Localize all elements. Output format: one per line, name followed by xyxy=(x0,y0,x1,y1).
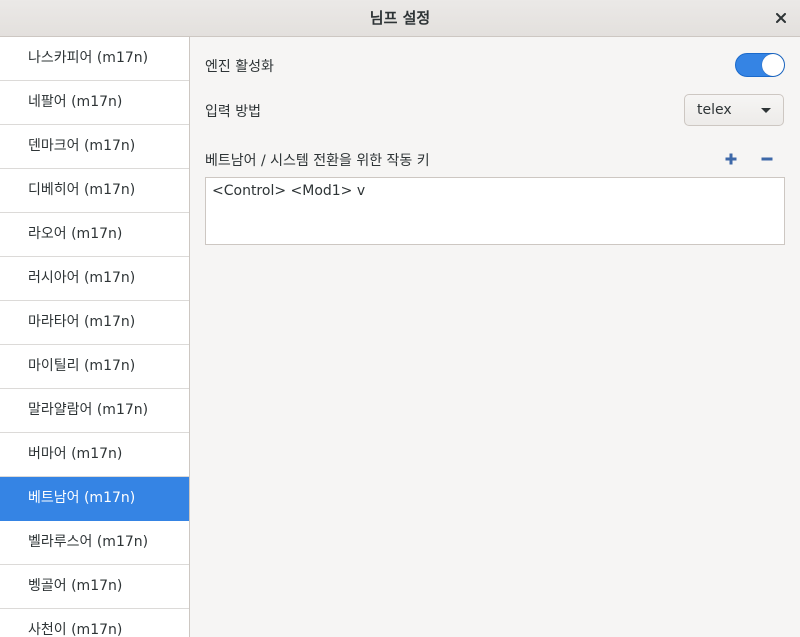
input-method-label: 입력 방법 xyxy=(205,104,261,120)
engine-enable-label: 엔진 활성화 xyxy=(205,59,274,75)
titlebar: 님프 설정 xyxy=(0,0,800,37)
hotkey-list[interactable]: <Control> <Mod1> v xyxy=(205,177,785,245)
chevron-down-icon xyxy=(761,108,771,113)
window-title: 님프 설정 xyxy=(369,9,431,27)
remove-hotkey-button[interactable] xyxy=(757,149,777,169)
sidebar-item[interactable]: 말라얄람어 (m17n) xyxy=(0,389,189,433)
sidebar-item[interactable]: 버마어 (m17n) xyxy=(0,433,189,477)
close-icon xyxy=(776,13,786,23)
sidebar-item[interactable]: 벵골어 (m17n) xyxy=(0,565,189,609)
sidebar-item[interactable]: 마이틸리 (m17n) xyxy=(0,345,189,389)
settings-panel: 엔진 활성화 입력 방법 telex 베트남어 / 시스템 전환을 위한 작동 … xyxy=(190,37,800,637)
settings-window: 님프 설정 나스카피어 (m17n) 네팔어 (m17n) 덴마크어 (m17n… xyxy=(0,0,800,637)
sidebar-item[interactable]: 러시아어 (m17n) xyxy=(0,257,189,301)
minus-icon xyxy=(761,157,773,161)
close-button[interactable] xyxy=(770,7,792,29)
input-method-value: telex xyxy=(697,102,732,118)
hotkey-label: 베트남어 / 시스템 전환을 위한 작동 키 xyxy=(205,153,430,169)
add-hotkey-button[interactable] xyxy=(721,149,741,169)
language-sidebar[interactable]: 나스카피어 (m17n) 네팔어 (m17n) 덴마크어 (m17n) 디베히어… xyxy=(0,37,190,637)
sidebar-item[interactable]: 라오어 (m17n) xyxy=(0,213,189,257)
hotkey-entry[interactable]: <Control> <Mod1> v xyxy=(212,183,365,199)
plus-icon xyxy=(725,153,737,165)
sidebar-item[interactable]: 덴마크어 (m17n) xyxy=(0,125,189,169)
sidebar-item[interactable]: 디베히어 (m17n) xyxy=(0,169,189,213)
sidebar-item[interactable]: 벨라루스어 (m17n) xyxy=(0,521,189,565)
sidebar-item-selected[interactable]: 베트남어 (m17n) xyxy=(0,477,189,521)
sidebar-item[interactable]: 네팔어 (m17n) xyxy=(0,81,189,125)
engine-enable-switch[interactable] xyxy=(735,53,785,77)
sidebar-item[interactable]: 나스카피어 (m17n) xyxy=(0,37,189,81)
sidebar-item[interactable]: 마라타어 (m17n) xyxy=(0,301,189,345)
switch-knob xyxy=(762,54,784,76)
sidebar-item[interactable]: 사천이 (m17n) xyxy=(0,609,189,637)
input-method-dropdown[interactable]: telex xyxy=(684,94,784,126)
